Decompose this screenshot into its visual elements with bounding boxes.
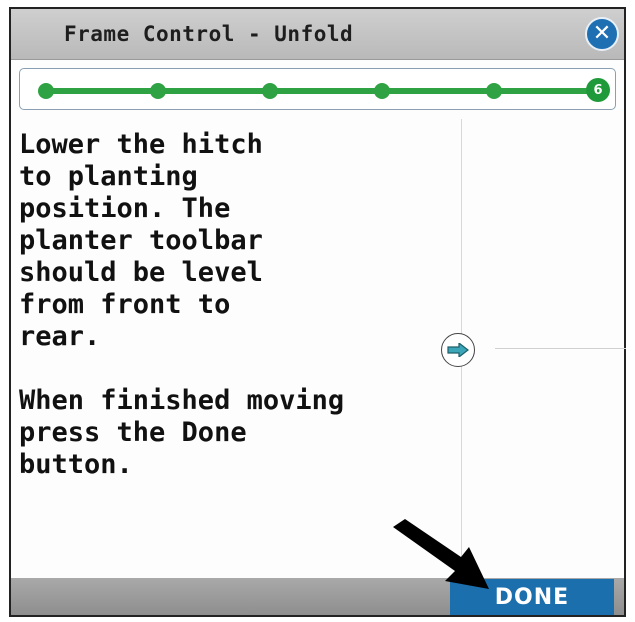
step-dot <box>374 83 390 99</box>
step-dot <box>150 83 166 99</box>
close-button[interactable]: ✕ <box>585 17 619 51</box>
instruction-text: Lower the hitch to planting position. Th… <box>19 129 345 480</box>
progress-track <box>40 88 596 94</box>
step-progress-bar: 6 <box>19 68 616 110</box>
step-dot <box>38 83 54 99</box>
pointer-arrow-icon <box>393 519 489 589</box>
panel-divider-horizontal <box>495 348 626 349</box>
step-dot <box>486 83 502 99</box>
close-icon: ✕ <box>592 21 612 46</box>
current-step-badge: 6 <box>586 78 610 102</box>
dialog-frame: Frame Control - Unfold ✕ 6 Lower the hit… <box>9 7 626 617</box>
expand-panel-button[interactable] <box>441 333 475 367</box>
step-dot <box>262 83 278 99</box>
dialog-title: Frame Control - Unfold <box>64 22 354 46</box>
title-bar: Frame Control - Unfold ✕ <box>11 9 624 60</box>
arrow-right-icon <box>447 343 469 357</box>
